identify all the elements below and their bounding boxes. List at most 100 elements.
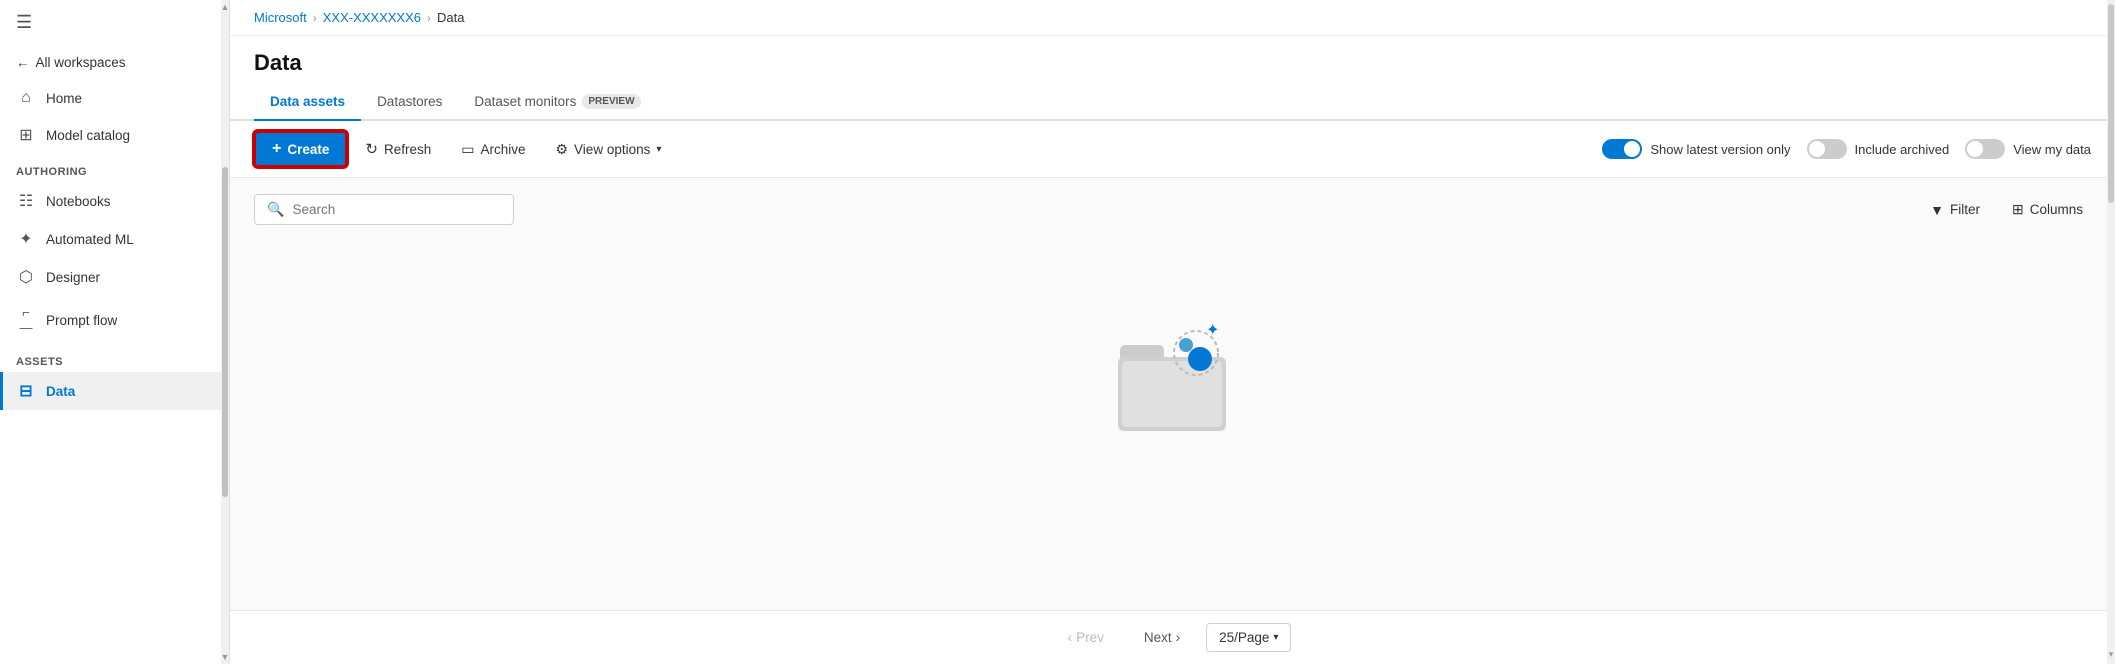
automated-ml-icon: ✦: [16, 229, 36, 249]
columns-button[interactable]: ⊞ Columns: [2004, 197, 2091, 222]
back-label: All workspaces: [36, 55, 126, 70]
refresh-button[interactable]: ↻ Refresh: [353, 133, 443, 165]
breadcrumb-sep-1: ›: [313, 11, 317, 25]
home-icon: ⌂: [16, 89, 36, 107]
refresh-icon: ↻: [365, 140, 378, 158]
search-input[interactable]: [292, 202, 501, 217]
sidebar-scrollbar[interactable]: ▲ ▼: [221, 0, 229, 664]
filter-button[interactable]: ▼ Filter: [1922, 198, 1988, 222]
content-area: 🔍 ▼ Filter ⊞ Columns: [230, 178, 2115, 610]
toolbar: + Create ↻ Refresh ▭ Archive ⚙ View opti…: [230, 121, 2115, 178]
create-label: Create: [287, 142, 329, 157]
archive-button[interactable]: ▭ Archive: [449, 134, 537, 165]
back-button[interactable]: ← All workspaces: [0, 45, 229, 80]
sidebar-item-designer[interactable]: ⬡ Designer: [0, 258, 229, 296]
content-right-controls: ▼ Filter ⊞ Columns: [1922, 197, 2091, 222]
page-title: Data: [254, 50, 2091, 76]
toggle-knob-include-archived: [1809, 141, 1825, 157]
sidebar-header: ☰: [0, 0, 229, 45]
notebooks-icon: ☷: [16, 191, 36, 211]
archive-label: Archive: [480, 142, 525, 157]
data-icon: ⊟: [16, 381, 36, 401]
show-latest-toggle[interactable]: [1602, 139, 1642, 159]
sidebar-item-automated-ml[interactable]: ✦ Automated ML: [0, 220, 229, 258]
view-my-data-toggle[interactable]: [1965, 139, 2005, 159]
breadcrumb: Microsoft › XXX-XXXXXXX6 › Data: [230, 0, 2115, 36]
model-catalog-icon: ⊞: [16, 125, 36, 145]
tab-data-assets[interactable]: Data assets: [254, 84, 361, 121]
plus-icon: +: [272, 140, 281, 158]
page-size-label: 25/Page: [1219, 630, 1269, 645]
content-toolbar: 🔍 ▼ Filter ⊞ Columns: [254, 194, 2091, 225]
include-archived-label: Include archived: [1855, 142, 1950, 157]
main-scrollbar: ▾: [2107, 0, 2115, 664]
main-content: Microsoft › XXX-XXXXXXX6 › Data Data Dat…: [230, 0, 2115, 664]
filter-icon: ▼: [1930, 202, 1944, 218]
toggle-knob-view-my-data: [1967, 141, 1983, 157]
archive-icon: ▭: [461, 141, 474, 158]
create-button[interactable]: + Create: [254, 131, 347, 167]
scroll-up-arrow[interactable]: ▲: [221, 2, 230, 12]
sidebar-label-notebooks: Notebooks: [46, 194, 111, 209]
sidebar-item-model-catalog[interactable]: ⊞ Model catalog: [0, 116, 229, 154]
filter-label: Filter: [1950, 202, 1980, 217]
columns-icon: ⊞: [2012, 201, 2024, 218]
scroll-bottom-arrow[interactable]: ▾: [2107, 649, 2115, 660]
breadcrumb-sep-2: ›: [427, 11, 431, 25]
tab-dataset-monitors[interactable]: Dataset monitors PREVIEW: [458, 84, 656, 121]
page-size-select[interactable]: 25/Page ▾: [1206, 623, 1291, 652]
refresh-label: Refresh: [384, 142, 431, 157]
sidebar-label-data: Data: [46, 384, 75, 399]
empty-state: ✦: [254, 237, 2091, 517]
sidebar-label-designer: Designer: [46, 270, 100, 285]
columns-label: Columns: [2030, 202, 2083, 217]
breadcrumb-microsoft[interactable]: Microsoft: [254, 10, 307, 25]
folder-illustration: ✦: [1108, 317, 1238, 437]
tab-dataset-monitors-label: Dataset monitors: [474, 94, 576, 109]
sidebar-item-notebooks[interactable]: ☷ Notebooks: [0, 182, 229, 220]
assets-section-label: Assets: [0, 344, 229, 372]
prev-button[interactable]: ‹ Prev: [1054, 624, 1118, 651]
folder-svg: ✦: [1108, 317, 1238, 437]
scroll-down-arrow[interactable]: ▼: [221, 652, 230, 662]
search-bar[interactable]: 🔍: [254, 194, 514, 225]
sparkle: ✦: [1206, 322, 1219, 339]
next-arrow-icon: ›: [1176, 630, 1181, 645]
menu-icon[interactable]: ☰: [16, 12, 32, 33]
sidebar-item-home[interactable]: ⌂ Home: [0, 80, 229, 116]
sidebar-item-prompt-flow[interactable]: ⌐— Prompt flow: [0, 296, 229, 344]
back-arrow-icon: ←: [16, 55, 30, 70]
pagination: ‹ Prev Next › 25/Page ▾: [230, 610, 2115, 664]
breadcrumb-workspace[interactable]: XXX-XXXXXXX6: [323, 10, 421, 25]
authoring-section-label: Authoring: [0, 154, 229, 182]
tab-datastores[interactable]: Datastores: [361, 84, 458, 121]
show-latest-label: Show latest version only: [1650, 142, 1790, 157]
designer-icon: ⬡: [16, 267, 36, 287]
view-my-data-label: View my data: [2013, 142, 2091, 157]
tabs-bar: Data assets Datastores Dataset monitors …: [230, 84, 2115, 121]
prompt-flow-icon: ⌐—: [16, 305, 36, 335]
next-label: Next: [1144, 630, 1172, 645]
include-archived-toggle-group: Include archived: [1807, 139, 1950, 159]
sidebar-label-model-catalog: Model catalog: [46, 128, 130, 143]
toolbar-right: Show latest version only Include archive…: [1602, 139, 2091, 159]
sidebar-label-automated-ml: Automated ML: [46, 232, 134, 247]
chevron-down-icon: ▾: [656, 144, 661, 155]
view-options-label: View options: [574, 142, 650, 157]
view-options-button[interactable]: ⚙ View options ▾: [543, 134, 673, 165]
view-my-data-toggle-group: View my data: [1965, 139, 2091, 159]
sidebar-label-home: Home: [46, 91, 82, 106]
search-icon: 🔍: [267, 201, 284, 218]
prev-label: Prev: [1076, 630, 1104, 645]
sidebar-label-prompt-flow: Prompt flow: [46, 313, 117, 328]
preview-badge: PREVIEW: [582, 94, 640, 109]
page-header: Data: [230, 36, 2115, 84]
toggle-knob-show-latest: [1624, 141, 1640, 157]
sidebar-scroll: ⌂ Home ⊞ Model catalog Authoring ☷ Noteb…: [0, 80, 229, 664]
page-size-chevron: ▾: [1273, 632, 1278, 643]
main-scrollbar-thumb: [2108, 4, 2114, 203]
next-button[interactable]: Next ›: [1130, 624, 1194, 651]
include-archived-toggle[interactable]: [1807, 139, 1847, 159]
scrollbar-thumb: [222, 167, 228, 497]
sidebar-item-data[interactable]: ⊟ Data: [0, 372, 229, 410]
